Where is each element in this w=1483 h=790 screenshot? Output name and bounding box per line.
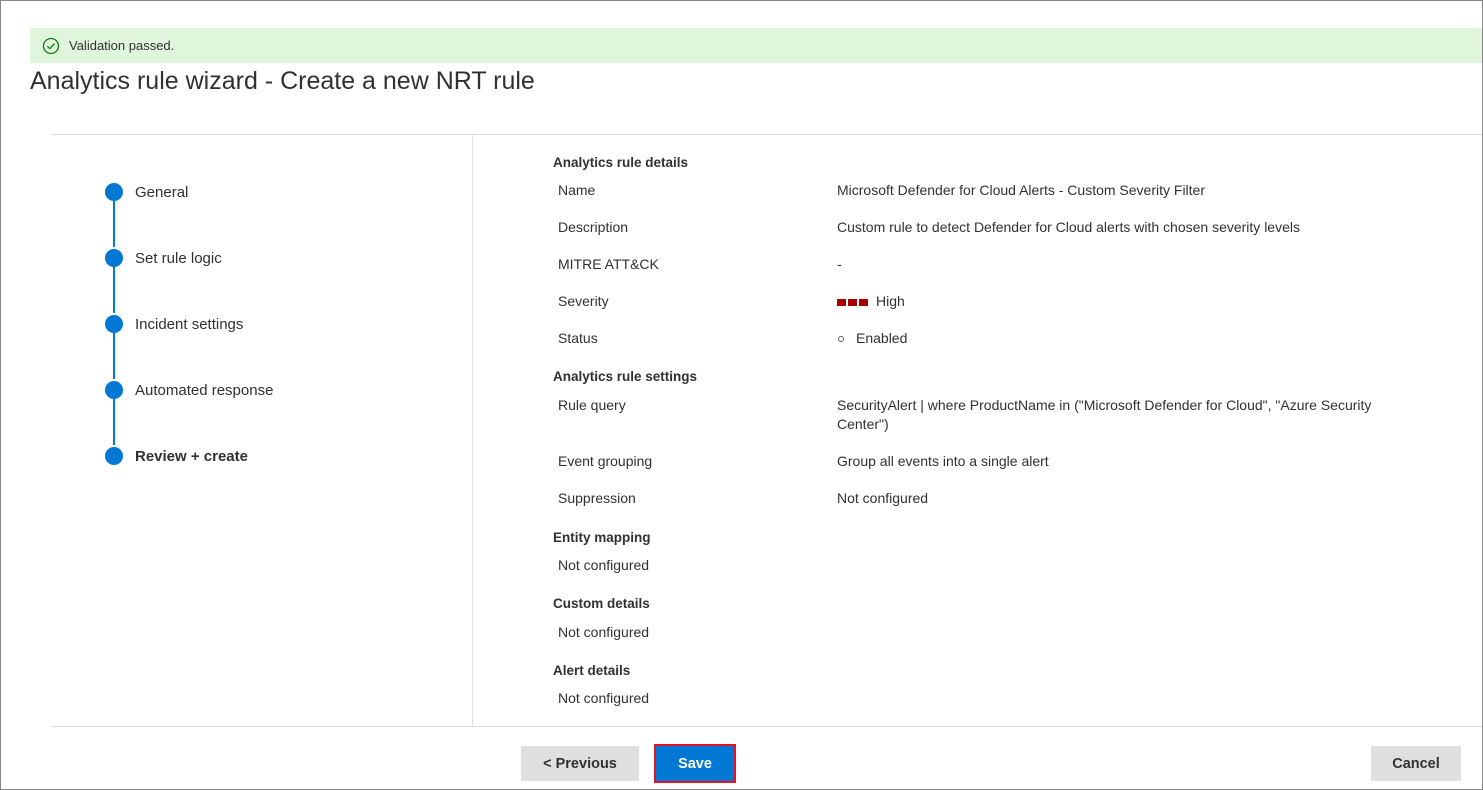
step-label: Automated response <box>135 381 274 399</box>
section-title-settings: Analytics rule settings <box>553 369 698 384</box>
custom-details-value: Not configured <box>558 624 650 640</box>
setting-value-rule-query: SecurityAlert | where ProductName in ("M… <box>837 397 1372 432</box>
step-label: Incident settings <box>135 315 244 333</box>
detail-label-severity: Severity <box>558 293 609 309</box>
severity-high-icon <box>837 298 868 306</box>
alert-details-value: Not configured <box>558 690 650 706</box>
status-text: Enabled <box>856 330 908 346</box>
step-incident-settings[interactable]: Incident settings <box>101 315 243 333</box>
check-circle-icon <box>42 37 60 55</box>
cancel-button[interactable]: Cancel <box>1371 746 1461 781</box>
setting-label-event-grouping: Event grouping <box>558 453 653 469</box>
save-button[interactable]: Save <box>654 744 736 783</box>
step-dot-icon <box>105 447 123 465</box>
validation-message: Validation passed. <box>69 38 175 53</box>
step-label: Set rule logic <box>135 249 222 267</box>
severity-text: High <box>876 293 905 309</box>
previous-button[interactable]: < Previous <box>521 746 639 781</box>
detail-value-mitre: - <box>837 256 842 272</box>
step-dot-icon <box>105 381 123 399</box>
section-title-details: Analytics rule details <box>553 155 689 170</box>
step-connector <box>113 201 115 247</box>
step-connector <box>113 399 115 445</box>
validation-banner: Validation passed. <box>30 28 1482 63</box>
step-dot-icon <box>105 183 123 201</box>
detail-label-description: Description <box>558 219 629 235</box>
step-review-create[interactable]: Review + create <box>101 447 248 465</box>
setting-value-event-grouping: Group all events into a single alert <box>837 453 1049 469</box>
entity-mapping-value: Not configured <box>558 557 650 573</box>
divider-bottom <box>51 726 1482 727</box>
detail-value-severity: High <box>837 292 905 311</box>
detail-value-name: Microsoft Defender for Cloud Alerts - Cu… <box>837 182 1206 198</box>
divider-top <box>51 134 1482 135</box>
step-label: Review + create <box>135 447 248 465</box>
status-dot-icon <box>838 336 844 343</box>
detail-label-status: Status <box>558 330 598 346</box>
section-title-entity-mapping: Entity mapping <box>553 530 651 545</box>
section-title-alert-details: Alert details <box>553 663 631 678</box>
detail-label-name: Name <box>558 182 596 198</box>
setting-label-rule-query: Rule query <box>558 397 626 413</box>
wizard-window: Validation passed. Analytics rule wizard… <box>0 0 1483 790</box>
setting-value-suppression: Not configured <box>837 490 929 506</box>
step-label: General <box>135 183 189 201</box>
detail-label-mitre: MITRE ATT&CK <box>558 256 659 272</box>
detail-value-description: Custom rule to detect Defender for Cloud… <box>837 219 1300 235</box>
step-dot-icon <box>105 249 123 267</box>
step-general[interactable]: General <box>101 183 188 201</box>
step-connector <box>113 333 115 379</box>
section-title-custom-details: Custom details <box>553 596 650 611</box>
page-title: Analytics rule wizard - Create a new NRT… <box>30 67 535 95</box>
divider-vertical <box>472 134 473 726</box>
step-dot-icon <box>105 315 123 333</box>
step-set-rule-logic[interactable]: Set rule logic <box>101 249 222 267</box>
setting-label-suppression: Suppression <box>558 490 636 506</box>
step-automated-response[interactable]: Automated response <box>101 381 273 399</box>
step-connector <box>113 267 115 313</box>
detail-value-status: Enabled <box>837 329 907 348</box>
